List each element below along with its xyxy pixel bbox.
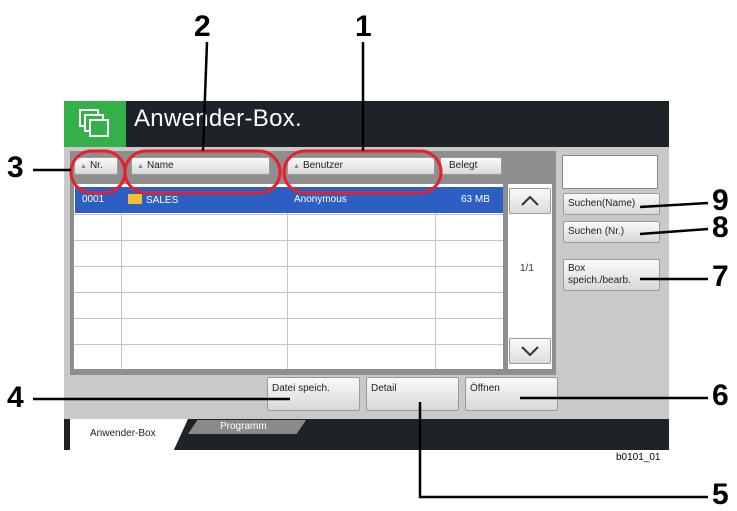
callout-oval-3 xyxy=(69,149,127,195)
callout-number-8: 8 xyxy=(712,211,729,244)
callout-line-5 xyxy=(418,402,708,499)
callout-highlight-ovals xyxy=(69,149,443,195)
callout-line-9 xyxy=(639,201,709,209)
callout-number-1: 1 xyxy=(355,10,372,43)
callout-number-6: 6 xyxy=(712,379,729,412)
callout-oval-2 xyxy=(123,149,282,195)
callout-line-2 xyxy=(201,41,209,152)
callout-number-3: 3 xyxy=(7,151,24,184)
figure-reference: b0101_01 xyxy=(616,452,661,463)
callout-leader-lines xyxy=(33,41,709,499)
callout-number-5: 5 xyxy=(712,478,729,511)
callout-oval-1 xyxy=(282,149,443,195)
callout-number-7: 7 xyxy=(712,260,729,293)
callout-overlay xyxy=(33,41,709,499)
callout-number-9: 9 xyxy=(712,184,729,217)
callout-line-8 xyxy=(639,227,709,236)
callout-number-2: 2 xyxy=(194,10,211,43)
callout-number-4: 4 xyxy=(7,381,24,414)
